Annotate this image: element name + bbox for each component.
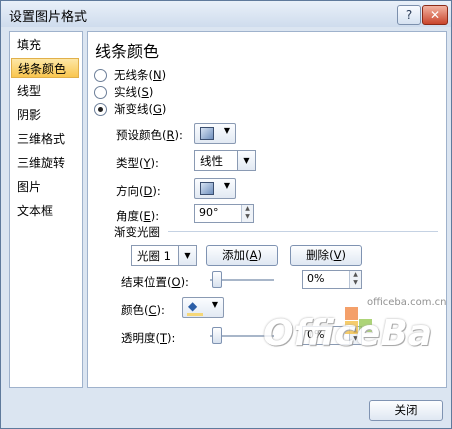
type-select[interactable]: 线性 ▼ <box>194 150 256 171</box>
radio-gradient-line-label[interactable]: 渐变线(G) <box>114 101 166 117</box>
radio-solid-line[interactable] <box>94 86 107 99</box>
color-swatch-bar <box>187 313 203 316</box>
title-bar[interactable]: 设置图片格式 ? ✕ <box>1 1 451 27</box>
preset-color-label: 预设颜色(R): <box>116 128 183 142</box>
gradient-swatch-icon <box>200 127 214 140</box>
radio-solid-line-label[interactable]: 实线(S) <box>114 84 153 100</box>
add-stop-button[interactable]: 添加(A) <box>206 245 278 266</box>
close-window-button[interactable]: ✕ <box>422 5 448 25</box>
angle-spinner[interactable]: 90° ▲ ▼ <box>194 204 254 223</box>
dialog-title: 设置图片格式 <box>9 10 88 25</box>
chevron-down-icon: ▼ <box>211 300 218 309</box>
chevron-down-icon[interactable]: ▼ <box>178 246 196 265</box>
stop-color-picker[interactable]: ◆ ▼ <box>182 297 224 318</box>
type-label: 类型(Y): <box>116 156 159 170</box>
delete-stop-button[interactable]: 删除(V) <box>290 245 362 266</box>
officeba-watermark: officeba.com.cn OfficeBa <box>259 297 447 375</box>
chevron-down-icon: ▼ <box>223 181 230 190</box>
close-button[interactable]: 关闭 <box>369 400 443 421</box>
gradient-stops-section-label: 渐变光圈 <box>114 225 160 239</box>
direction-picker[interactable]: ▼ <box>194 178 236 199</box>
radio-gradient-line[interactable] <box>94 103 107 116</box>
preset-color-picker[interactable]: ▼ <box>194 123 236 144</box>
stop-color-label: 颜色(C): <box>121 303 165 317</box>
sidebar-item-text-box[interactable]: 文本框 <box>11 201 79 221</box>
end-position-label: 结束位置(O): <box>121 275 189 289</box>
chevron-down-icon: ▼ <box>223 126 230 135</box>
watermark-brand: OfficeBa <box>263 313 433 354</box>
end-position-spinner[interactable]: 0% ▲ ▼ <box>302 270 362 289</box>
help-button[interactable]: ? <box>397 5 421 25</box>
watermark-url: officeba.com.cn <box>367 297 447 308</box>
gradient-stop-select[interactable]: 光圈 1 ▼ <box>131 245 197 266</box>
sidebar-item-fill[interactable]: 填充 <box>11 35 79 55</box>
radio-no-line[interactable] <box>94 69 107 82</box>
chevron-down-icon[interactable]: ▼ <box>237 151 255 170</box>
sidebar-item-line-color[interactable]: 线条颜色 <box>11 58 79 78</box>
angle-label: 角度(E): <box>116 209 160 223</box>
transparency-label: 透明度(T): <box>121 331 176 345</box>
spinner-arrows-icon[interactable]: ▲▼ <box>349 271 361 288</box>
angle-value: 90° <box>199 206 219 219</box>
sidebar-item-3d-rotation[interactable]: 三维旋转 <box>11 153 79 173</box>
spinner-arrows-icon[interactable]: ▲▼ <box>241 205 253 222</box>
gradient-stop-select-value: 光圈 1 <box>137 249 171 263</box>
end-position-value: 0% <box>307 272 325 285</box>
transparency-slider-thumb[interactable] <box>212 327 222 344</box>
type-select-value: 线性 <box>200 154 223 168</box>
sidebar-item-shadow[interactable]: 阴影 <box>11 105 79 125</box>
direction-label: 方向(D): <box>116 184 161 198</box>
sidebar-item-3d-format[interactable]: 三维格式 <box>11 129 79 149</box>
section-divider <box>168 231 438 232</box>
sidebar-item-line-style[interactable]: 线型 <box>11 81 79 101</box>
format-picture-dialog: 设置图片格式 ? ✕ 填充 线条颜色 线型 阴影 三维格式 三维旋转 图片 文本… <box>0 0 452 429</box>
end-position-slider-thumb[interactable] <box>212 271 222 288</box>
page-title: 线条颜色 <box>95 42 160 61</box>
paint-bucket-icon: ◆ <box>188 299 198 313</box>
gradient-swatch-icon <box>200 182 214 195</box>
radio-no-line-label[interactable]: 无线条(N) <box>114 67 166 83</box>
category-sidebar: 填充 线条颜色 线型 阴影 三维格式 三维旋转 图片 文本框 <box>9 31 83 388</box>
sidebar-item-picture[interactable]: 图片 <box>11 177 79 197</box>
